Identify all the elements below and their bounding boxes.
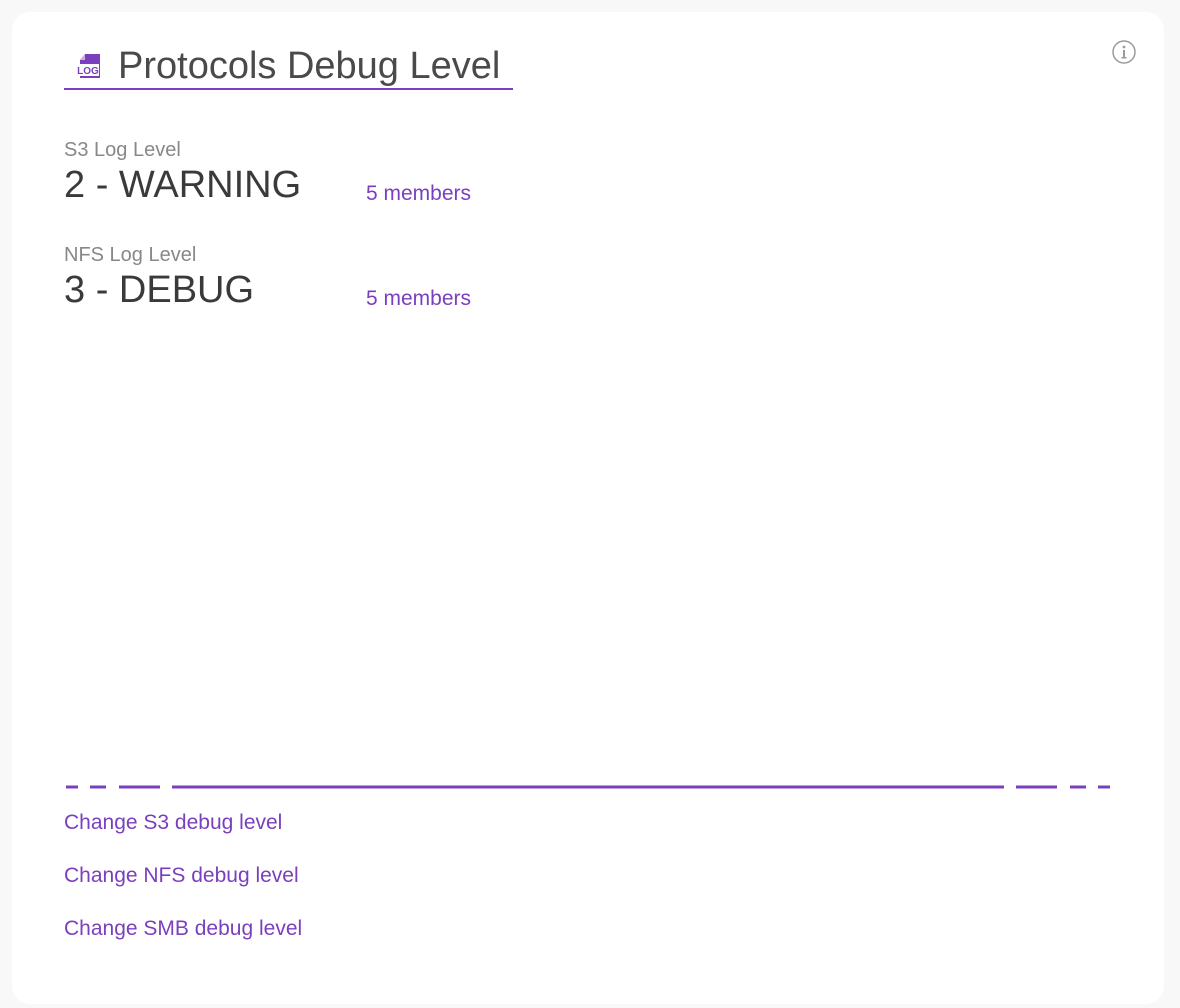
- actions-divider: [66, 785, 1110, 789]
- s3-members-link[interactable]: 5 members: [366, 182, 471, 206]
- nfs-members-link[interactable]: 5 members: [366, 287, 471, 311]
- svg-text:LOG: LOG: [77, 66, 99, 77]
- s3-log-level-value: 2 - WARNING: [64, 164, 302, 206]
- s3-log-level: S3 Log Level 2 - WARNING 5 members: [64, 138, 564, 243]
- actions-list: Change S3 debug level Change NFS debug l…: [64, 808, 302, 967]
- nfs-log-level-label: NFS Log Level: [64, 244, 197, 266]
- log-levels-list: S3 Log Level 2 - WARNING 5 members NFS L…: [64, 138, 564, 348]
- change-nfs-debug-level-link[interactable]: Change NFS debug level: [64, 861, 302, 914]
- change-s3-debug-level-link[interactable]: Change S3 debug level: [64, 808, 302, 861]
- page-title: Protocols Debug Level: [118, 45, 501, 87]
- nfs-log-level-value: 3 - DEBUG: [64, 269, 255, 311]
- protocols-debug-card: LOG Protocols Debug Level S3 Log Level 2…: [12, 12, 1164, 1004]
- log-file-icon: LOG: [77, 54, 100, 78]
- card-header: LOG Protocols Debug Level: [64, 45, 513, 90]
- nfs-log-level: NFS Log Level 3 - DEBUG 5 members: [64, 243, 564, 348]
- s3-log-level-label: S3 Log Level: [64, 139, 181, 161]
- change-smb-debug-level-link[interactable]: Change SMB debug level: [64, 914, 302, 967]
- info-icon[interactable]: [1112, 40, 1136, 64]
